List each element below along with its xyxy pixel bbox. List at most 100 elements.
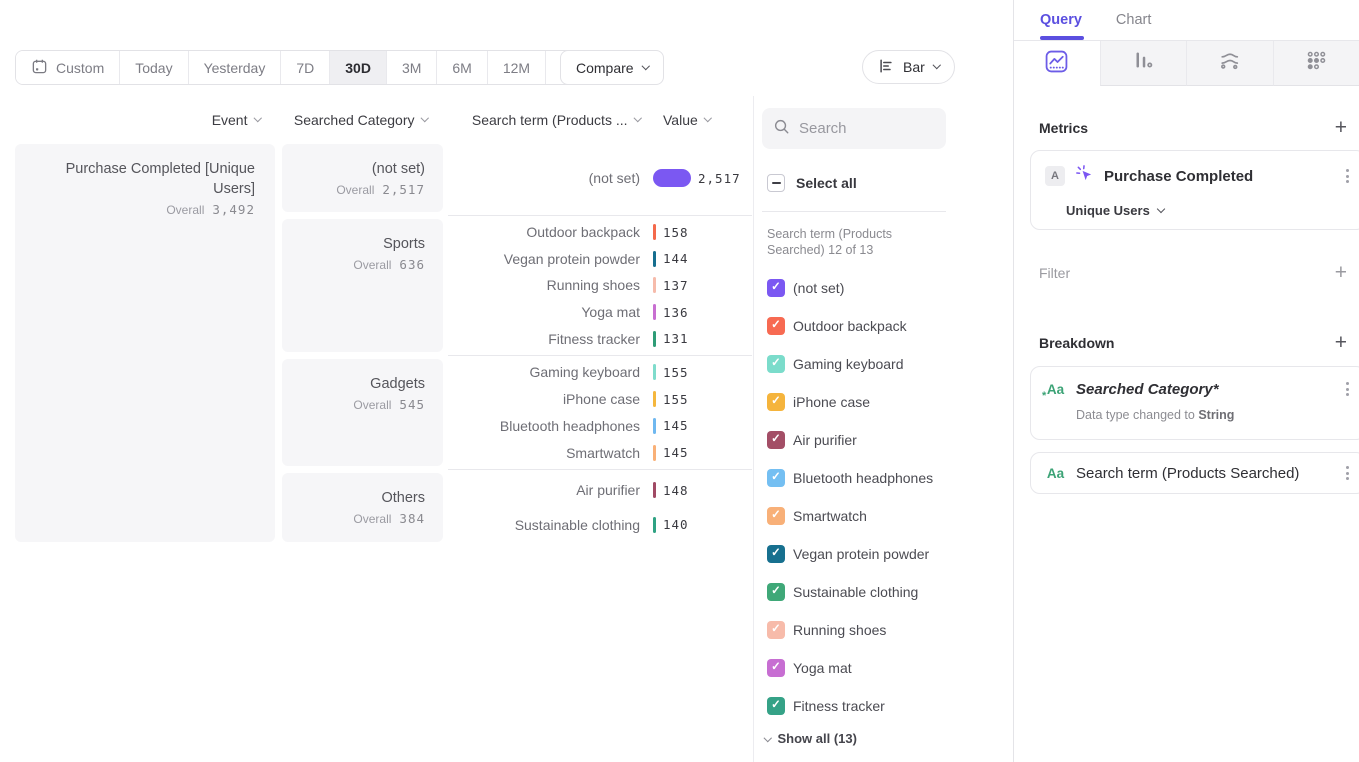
measure-selector[interactable]: Unique Users bbox=[1066, 203, 1351, 218]
metric-card[interactable]: A Purchase Completed Unique Users bbox=[1030, 150, 1359, 230]
search-term-row[interactable]: Gaming keyboard155 bbox=[450, 359, 748, 386]
search-input[interactable] bbox=[799, 120, 929, 137]
legend-item[interactable]: ✓Running shoes bbox=[767, 611, 946, 649]
legend-item-label: Yoga mat bbox=[793, 660, 852, 676]
date-range-label: Today bbox=[135, 60, 172, 76]
search-term-row[interactable]: Running shoes137 bbox=[450, 272, 748, 299]
date-range-12m[interactable]: 12M bbox=[487, 51, 545, 84]
category-overall: Overall2,517 bbox=[292, 182, 425, 197]
legend-item[interactable]: ✓Smartwatch bbox=[767, 497, 946, 535]
series-checkbox[interactable]: ✓ bbox=[767, 393, 785, 411]
date-range-yesterday[interactable]: Yesterday bbox=[188, 51, 281, 84]
date-range-3m[interactable]: 3M bbox=[386, 51, 436, 84]
search-term-row[interactable]: Outdoor backpack158 bbox=[450, 219, 748, 246]
breakdown-menu-button[interactable] bbox=[1344, 464, 1351, 482]
series-checkbox[interactable]: ✓ bbox=[767, 583, 785, 601]
select-all-row[interactable]: Select all bbox=[767, 174, 857, 192]
series-checkbox[interactable]: ✓ bbox=[767, 469, 785, 487]
insights-chart-icon bbox=[1045, 50, 1068, 78]
overall-value: 384 bbox=[399, 511, 425, 526]
search-term-row[interactable]: Sustainable clothing140 bbox=[450, 511, 748, 539]
report-type-insights-tab[interactable] bbox=[1014, 41, 1100, 86]
legend-item[interactable]: ✓Air purifier bbox=[767, 421, 946, 459]
legend-item[interactable]: ✓(not set) bbox=[767, 269, 946, 307]
report-type-retention-tab[interactable] bbox=[1273, 41, 1359, 86]
show-all-label: Show all (13) bbox=[778, 731, 857, 746]
string-property-icon: Aa* bbox=[1045, 382, 1066, 397]
date-range-30d[interactable]: 30D bbox=[329, 51, 386, 84]
chart-type-button[interactable]: Bar bbox=[862, 50, 955, 84]
search-icon bbox=[773, 118, 790, 140]
search-term-row[interactable]: iPhone case 155 bbox=[450, 386, 748, 413]
series-checkbox[interactable]: ✓ bbox=[767, 697, 785, 715]
breakdown-menu-button[interactable] bbox=[1344, 380, 1351, 398]
date-range-today[interactable]: Today bbox=[119, 51, 187, 84]
search-term-row[interactable]: Bluetooth headphones145 bbox=[450, 413, 748, 440]
search-term-rows: (not set)2,517 bbox=[450, 144, 748, 212]
legend-item-label: iPhone case bbox=[793, 394, 870, 410]
date-range-label: Custom bbox=[56, 60, 104, 76]
search-term-row[interactable]: (not set)2,517 bbox=[450, 164, 748, 192]
filter-section-header: Filter + bbox=[1039, 262, 1347, 284]
date-range-custom[interactable]: Custom bbox=[16, 51, 119, 84]
series-checkbox[interactable]: ✓ bbox=[767, 621, 785, 639]
series-checkbox[interactable]: ✓ bbox=[767, 431, 785, 449]
legend-item[interactable]: ✓Sustainable clothing bbox=[767, 573, 946, 611]
compare-button[interactable]: Compare bbox=[560, 50, 664, 85]
legend-item[interactable]: ✓Outdoor backpack bbox=[767, 307, 946, 345]
category-cell[interactable]: SportsOverall636 bbox=[282, 219, 443, 352]
series-checkbox[interactable]: ✓ bbox=[767, 355, 785, 373]
search-term-rows: Outdoor backpack158Vegan protein powder1… bbox=[450, 219, 748, 352]
value-bar bbox=[653, 482, 656, 498]
column-header-event[interactable]: Event bbox=[15, 112, 260, 128]
metric-menu-button[interactable] bbox=[1344, 167, 1351, 185]
category-cell[interactable]: OthersOverall384 bbox=[282, 473, 443, 542]
series-checkbox[interactable]: ✓ bbox=[767, 659, 785, 677]
add-filter-button[interactable]: + bbox=[1335, 263, 1347, 283]
string-property-icon: Aa bbox=[1045, 466, 1066, 481]
data-type-note: Data type changed to String bbox=[1076, 408, 1351, 422]
search-term-label: Smartwatch bbox=[450, 445, 640, 461]
search-term-label: iPhone case bbox=[450, 391, 640, 407]
breakdown-card-searched-category[interactable]: Aa* Searched Category* Data type changed… bbox=[1030, 366, 1359, 440]
select-all-checkbox[interactable] bbox=[767, 174, 785, 192]
panel-divider bbox=[753, 96, 754, 762]
column-header-searched-category[interactable]: Searched Category bbox=[282, 112, 427, 128]
category-cell[interactable]: GadgetsOverall545 bbox=[282, 359, 443, 466]
show-all-button[interactable]: Show all (13) bbox=[765, 731, 857, 746]
date-range-6m[interactable]: 6M bbox=[436, 51, 486, 84]
breakdown-property-label: Search term (Products Searched) bbox=[1076, 465, 1334, 482]
legend-item[interactable]: ✓ Yoga mat bbox=[767, 649, 946, 687]
legend-item[interactable]: ✓Gaming keyboard bbox=[767, 345, 946, 383]
series-checkbox[interactable]: ✓ bbox=[767, 279, 785, 297]
value-number: 155 bbox=[663, 392, 689, 407]
category-name: Sports bbox=[292, 234, 425, 254]
add-breakdown-button[interactable]: + bbox=[1335, 333, 1347, 353]
note-prefix: Data type changed to bbox=[1076, 408, 1198, 422]
date-range-7d[interactable]: 7D bbox=[280, 51, 329, 84]
search-term-row[interactable]: Smartwatch145 bbox=[450, 439, 748, 466]
search-term-row[interactable]: Vegan protein powder144 bbox=[450, 246, 748, 273]
event-cell[interactable]: Purchase Completed [Unique Users] Overal… bbox=[15, 144, 275, 542]
add-metric-button[interactable]: + bbox=[1335, 118, 1347, 138]
search-term-row[interactable]: Fitness tracker131 bbox=[450, 325, 748, 352]
series-search[interactable] bbox=[762, 108, 946, 149]
report-type-funnels-tab[interactable] bbox=[1100, 41, 1187, 86]
report-type-flows-tab[interactable] bbox=[1186, 41, 1273, 86]
search-term-row[interactable]: Air purifier148 bbox=[450, 476, 748, 504]
category-cell[interactable]: (not set)Overall2,517 bbox=[282, 144, 443, 212]
legend-item[interactable]: ✓ iPhone case bbox=[767, 383, 946, 421]
tab-chart[interactable]: Chart bbox=[1116, 12, 1151, 40]
column-header-value[interactable]: Value bbox=[663, 112, 743, 128]
event-overall: Overall3,492 bbox=[25, 202, 255, 217]
legend-item[interactable]: ✓Bluetooth headphones bbox=[767, 459, 946, 497]
legend-item[interactable]: ✓Fitness tracker bbox=[767, 687, 946, 725]
search-term-row[interactable]: Yoga mat136 bbox=[450, 299, 748, 326]
column-header-search-term[interactable]: Search term (Products ... bbox=[450, 112, 640, 128]
breakdown-section-header: Breakdown + bbox=[1039, 332, 1347, 354]
series-checkbox[interactable]: ✓ bbox=[767, 545, 785, 563]
breakdown-card-search-term[interactable]: Aa Search term (Products Searched) bbox=[1030, 452, 1359, 494]
series-checkbox[interactable]: ✓ bbox=[767, 317, 785, 335]
series-checkbox[interactable]: ✓ bbox=[767, 507, 785, 525]
legend-item[interactable]: ✓Vegan protein powder bbox=[767, 535, 946, 573]
